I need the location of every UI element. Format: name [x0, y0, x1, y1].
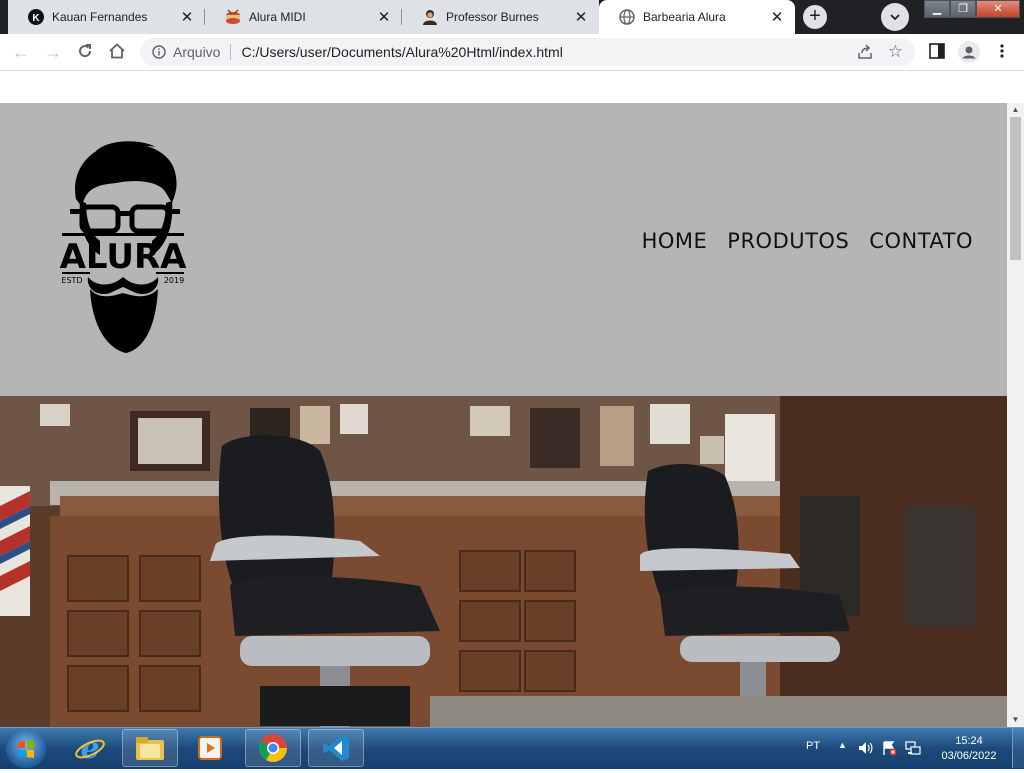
barbershop-logo: ALURA ESTD 2019: [60, 141, 188, 353]
close-window-button[interactable]: ✕: [976, 0, 1020, 18]
tab-professor-burnes[interactable]: Professor Burnes ✕: [402, 0, 599, 34]
taskbar-file-explorer[interactable]: [122, 729, 178, 767]
nav-home-link[interactable]: HOME: [642, 229, 708, 253]
back-arrow-icon[interactable]: ←: [11, 42, 31, 62]
minimize-button[interactable]: ▁: [924, 0, 950, 18]
vscode-icon: [323, 735, 349, 761]
tab-kauan-fernandes[interactable]: K Kauan Fernandes ✕: [8, 0, 205, 34]
home-icon[interactable]: [107, 42, 127, 62]
tab-strip: K Kauan Fernandes ✕ Alura MIDI ✕ Profess…: [0, 0, 1024, 34]
taskbar: e PT ▲ 15:24 03/06/2022: [0, 727, 1024, 769]
clock-time: 15:24: [955, 735, 983, 747]
new-tab-button[interactable]: +: [803, 5, 827, 29]
network-icon[interactable]: [905, 740, 921, 756]
close-tab-icon[interactable]: ✕: [767, 8, 787, 26]
nav-contato-link[interactable]: CONTATO: [869, 229, 973, 253]
show-hidden-icons-arrow-icon[interactable]: ▲: [838, 740, 847, 750]
close-tab-icon[interactable]: ✕: [177, 8, 197, 26]
svg-text:K: K: [32, 13, 40, 24]
show-desktop-button[interactable]: [1012, 728, 1024, 768]
nav-produtos-link[interactable]: PRODUTOS: [727, 229, 849, 253]
barbershop-hero-image: [0, 396, 1007, 727]
close-tab-icon[interactable]: ✕: [374, 8, 394, 26]
main-nav: HOME PRODUTOS CONTATO: [642, 229, 973, 253]
side-panel-icon[interactable]: [929, 42, 945, 60]
reload-icon[interactable]: [75, 42, 95, 62]
taskbar-internet-explorer[interactable]: e: [62, 729, 118, 767]
chevron-down-icon: [890, 14, 900, 21]
k-logo-icon: K: [28, 9, 44, 25]
internet-explorer-icon: e: [75, 732, 105, 764]
scroll-down-arrow-icon[interactable]: ▼: [1007, 713, 1024, 727]
logo-estd-text: ESTD: [61, 276, 82, 285]
browser-toolbar: ← → Arquivo C:/Users/user/Documents/Alur…: [0, 34, 1024, 71]
chrome-icon: [259, 734, 287, 762]
drum-icon: [226, 9, 240, 24]
info-icon[interactable]: [152, 45, 166, 59]
kebab-menu-icon[interactable]: [998, 42, 1006, 60]
url-text[interactable]: C:/Users/user/Documents/Alura%20Html/ind…: [241, 44, 562, 60]
taskbar-media-player[interactable]: [182, 729, 238, 767]
divider: [230, 44, 232, 60]
svg-text:e: e: [80, 732, 99, 764]
scrollbar-thumb[interactable]: [1010, 117, 1021, 260]
site-header: ALURA ESTD 2019 HOME PRODUTOS CONTATO: [0, 103, 1007, 396]
tab-title: Professor Burnes: [446, 10, 539, 24]
address-bar[interactable]: Arquivo C:/Users/user/Documents/Alura%20…: [140, 38, 915, 66]
person-icon: [423, 10, 437, 25]
language-indicator[interactable]: PT: [806, 740, 820, 752]
tab-title: Kauan Fernandes: [52, 10, 148, 24]
tab-search-button[interactable]: [881, 3, 909, 31]
taskbar-vscode[interactable]: [308, 729, 364, 767]
windows-logo-icon: [18, 740, 34, 758]
share-icon[interactable]: [857, 44, 873, 60]
bookmark-star-icon[interactable]: ☆: [888, 42, 903, 62]
taskbar-chrome[interactable]: [245, 729, 301, 767]
tab-title: Barbearia Alura: [643, 10, 726, 24]
scheme-label: Arquivo: [173, 44, 221, 60]
page-viewport: ALURA ESTD 2019 HOME PRODUTOS CONTATO: [0, 103, 1007, 727]
tab-title: Alura MIDI: [249, 10, 306, 24]
volume-icon[interactable]: [857, 740, 873, 756]
media-player-icon: [198, 736, 222, 760]
globe-icon: [619, 9, 635, 25]
profile-avatar-icon[interactable]: [958, 41, 980, 63]
tab-alura-midi[interactable]: Alura MIDI ✕: [205, 0, 402, 34]
scroll-up-arrow-icon[interactable]: ▲: [1007, 103, 1024, 117]
action-center-flag-icon[interactable]: [881, 740, 897, 756]
window-controls: ▁ ❐ ✕: [924, 0, 1020, 18]
start-button[interactable]: [6, 730, 46, 768]
vertical-scrollbar[interactable]: ▲ ▼: [1007, 103, 1024, 727]
forward-arrow-icon[interactable]: →: [43, 42, 63, 62]
clock-date: 03/06/2022: [941, 750, 997, 762]
logo-year-text: 2019: [164, 276, 184, 285]
system-clock[interactable]: 15:24 03/06/2022: [934, 734, 1004, 764]
close-tab-icon[interactable]: ✕: [571, 8, 591, 26]
file-explorer-icon: [136, 737, 164, 760]
logo-brand-text: ALURA: [60, 237, 188, 277]
restore-button[interactable]: ❐: [950, 0, 976, 18]
tab-barbearia-alura[interactable]: Barbearia Alura ✕: [599, 0, 795, 34]
